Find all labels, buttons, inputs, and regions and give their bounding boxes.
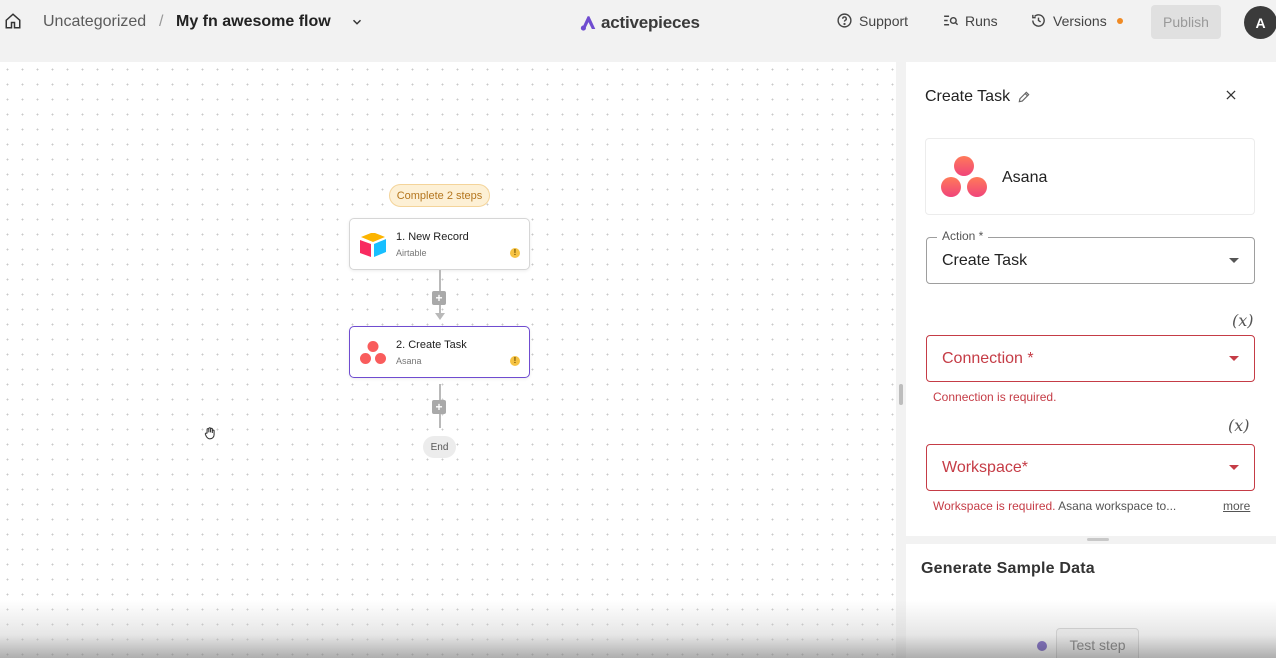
step-title: 1. New Record: [396, 231, 469, 243]
panel-title: Create Task: [925, 88, 1011, 105]
sample-data-title: Generate Sample Data: [921, 560, 1095, 577]
close-icon[interactable]: [1224, 88, 1238, 102]
step-card-create-task[interactable]: 2. Create Task Asana !: [349, 326, 530, 378]
runs-label: Runs: [965, 12, 998, 29]
step-card-new-record[interactable]: 1. New Record Airtable !: [349, 218, 530, 270]
workspace-select[interactable]: Workspace*: [926, 444, 1255, 491]
airtable-icon: [360, 233, 386, 257]
workspace-hint: Asana workspace to...: [1055, 499, 1177, 513]
runs-list-icon: [944, 15, 959, 26]
help-circle-icon: [837, 13, 852, 28]
runs-button[interactable]: Runs: [942, 12, 998, 29]
test-step-button[interactable]: Test step: [1056, 628, 1139, 658]
sample-data-panel: Generate Sample Data Test step: [906, 544, 1276, 658]
asana-icon: [360, 341, 386, 364]
versions-indicator-dot: [1116, 17, 1123, 24]
more-link[interactable]: more: [1223, 499, 1250, 513]
end-node: End: [423, 436, 456, 458]
piece-card: Asana: [925, 138, 1255, 215]
chevron-down-icon[interactable]: [350, 15, 364, 29]
history-icon: [1032, 14, 1045, 27]
incomplete-steps-badge: Complete 2 steps: [389, 184, 490, 207]
add-step-button[interactable]: +: [432, 400, 446, 414]
dropdown-arrow-icon: [1229, 258, 1239, 263]
dropdown-arrow-icon: [1229, 465, 1239, 470]
action-label: Action *: [937, 229, 989, 243]
support-button[interactable]: Support: [836, 12, 908, 29]
panel-resize-handle[interactable]: [899, 384, 903, 405]
step-subtitle: Asana: [396, 356, 422, 366]
warning-icon: !: [510, 356, 520, 366]
dynamic-value-toggle[interactable]: (x): [1228, 416, 1250, 435]
pencil-icon[interactable]: [1017, 90, 1031, 104]
versions-label: Versions: [1053, 12, 1107, 29]
activepieces-logo-icon: [580, 16, 596, 31]
app-logo: activepieces: [580, 13, 700, 33]
dynamic-value-toggle[interactable]: (x): [1232, 311, 1254, 330]
action-value: Create Task: [942, 252, 1028, 269]
avatar[interactable]: A: [1244, 6, 1276, 39]
connection-error: Connection is required.: [933, 390, 1057, 404]
step-title: 2. Create Task: [396, 339, 467, 351]
support-label: Support: [859, 12, 909, 29]
warning-icon: !: [510, 248, 520, 258]
step-settings-panel: Create Task Asana Action * Create Task (…: [906, 62, 1276, 536]
workspace-error: Workspace is required. Asana workspace t…: [933, 499, 1176, 513]
flow-name[interactable]: My fn awesome flow: [176, 13, 331, 31]
top-bar: Uncategorized / My fn awesome flow activ…: [0, 0, 1276, 45]
publish-button[interactable]: Publish: [1151, 5, 1221, 39]
breadcrumb-folder[interactable]: Uncategorized: [43, 13, 146, 31]
connector-arrow: [435, 313, 445, 320]
home-icon[interactable]: [4, 12, 22, 30]
breadcrumb-separator: /: [159, 13, 164, 30]
drag-handle[interactable]: [1087, 538, 1109, 541]
logo-text: activepieces: [601, 13, 700, 32]
dropdown-arrow-icon: [1229, 356, 1239, 361]
versions-button[interactable]: Versions: [1030, 12, 1123, 29]
asana-logo-icon: [941, 156, 987, 197]
step-subtitle: Airtable: [396, 248, 427, 258]
piece-name: Asana: [1002, 169, 1048, 186]
hand-cursor-icon: [204, 427, 215, 440]
test-status-dot: [1037, 641, 1047, 651]
add-step-button[interactable]: +: [432, 291, 446, 305]
connection-placeholder: Connection *: [942, 350, 1034, 367]
action-select[interactable]: Action * Create Task: [926, 229, 1255, 284]
workspace-error-text: Workspace is required.: [933, 499, 1056, 513]
workspace-placeholder: Workspace*: [942, 459, 1028, 476]
connection-select[interactable]: Connection *: [926, 335, 1255, 382]
